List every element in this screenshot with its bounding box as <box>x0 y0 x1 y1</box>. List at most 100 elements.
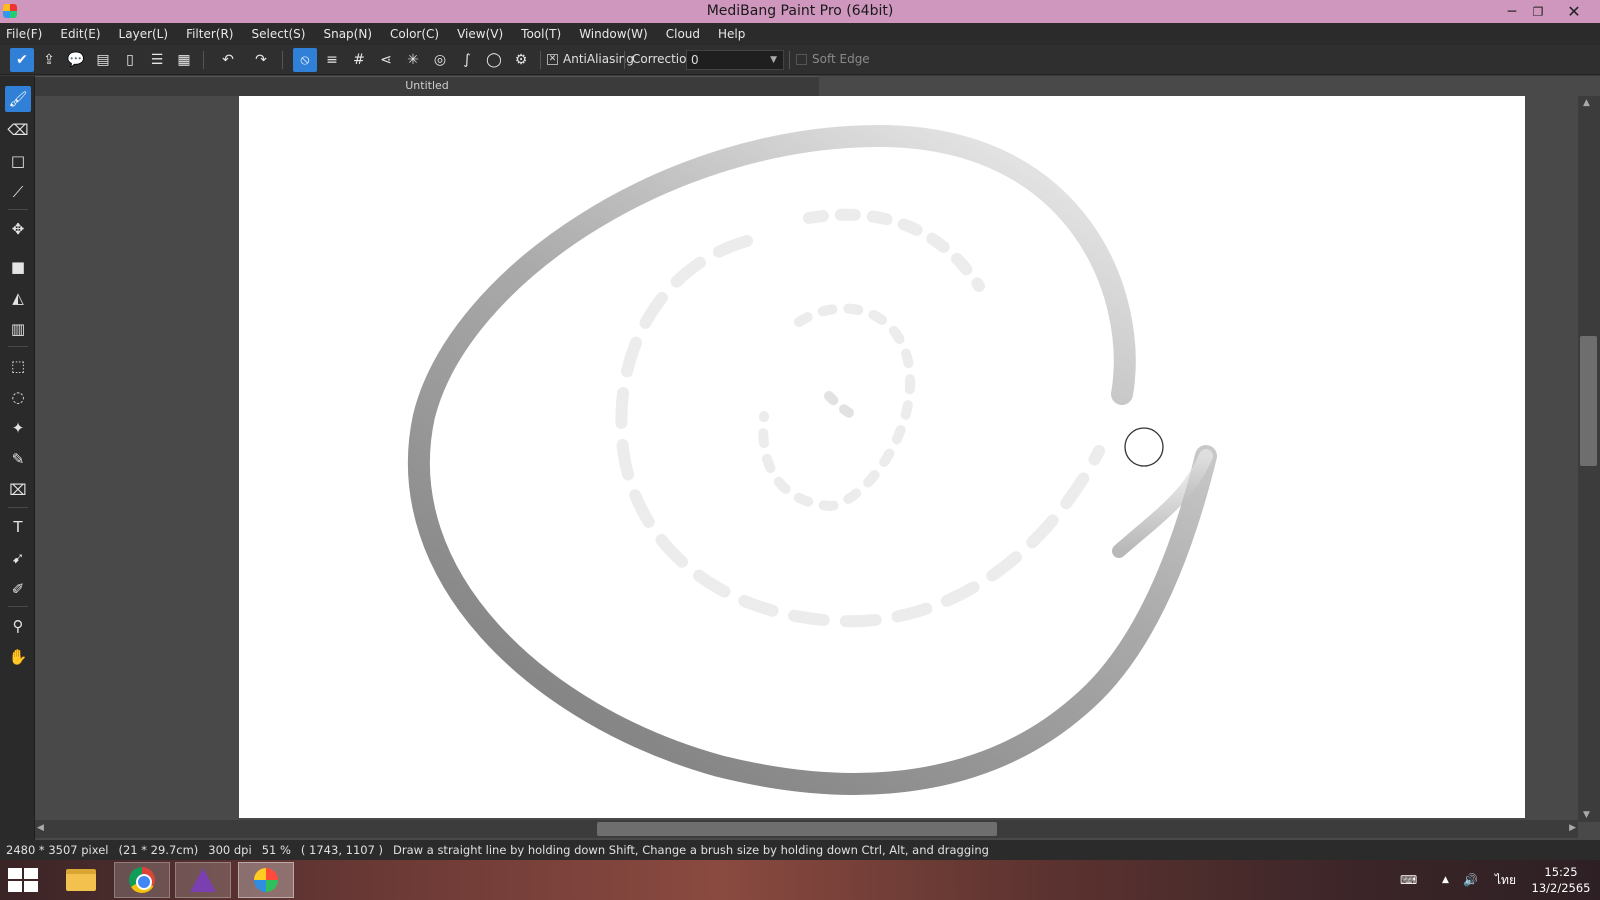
tool-divider <box>8 507 28 508</box>
bucket-tool-icon[interactable]: ◭ <box>5 285 31 311</box>
toolbar-divider <box>282 51 283 69</box>
file-explorer-button[interactable] <box>53 862 109 898</box>
eraser-tool-icon[interactable]: ⌫ <box>5 117 31 143</box>
document-tab[interactable]: Untitled <box>35 76 819 96</box>
gradient-tool-icon[interactable]: ▥ <box>5 316 31 342</box>
radial-snap-icon[interactable]: ✳ <box>401 48 425 72</box>
status-cursor-position: ( 1743, 1107 ) <box>300 843 384 857</box>
status-bar: 2480 * 3507 pixel (21 * 29.7cm) 300 dpi … <box>0 840 1600 860</box>
lasso-icon[interactable]: ◌ <box>5 384 31 410</box>
dashed-inner-stroke <box>758 303 916 512</box>
soft-edge-checkbox[interactable] <box>796 54 807 65</box>
menu-bar: File(F) Edit(E) Layer(L) Filter(R) Selec… <box>0 23 1600 45</box>
page-icon[interactable]: ▯ <box>118 48 142 72</box>
windows-taskbar: ⌨ ▲ 🔊 ไทย 15:25 13/2/2565 <box>0 860 1600 900</box>
menu-file[interactable]: File(F) <box>6 27 42 41</box>
select-eraser-icon[interactable]: ⌧ <box>5 477 31 503</box>
menu-tool[interactable]: Tool(T) <box>521 27 561 41</box>
maximize-button[interactable]: ❐ <box>1524 0 1552 23</box>
curve-snap-icon[interactable]: ∫ <box>455 48 479 72</box>
language-indicator[interactable]: ไทย <box>1495 860 1516 900</box>
snap-settings-icon[interactable]: ⚙ <box>509 48 533 72</box>
menu-cloud[interactable]: Cloud <box>666 27 700 41</box>
tray-expand-icon[interactable]: ▲ <box>1442 860 1449 900</box>
comment-icon[interactable]: ▤ <box>91 48 115 72</box>
status-zoom: 51 % <box>261 843 291 857</box>
blur-tool-icon[interactable]: ⟋ <box>5 179 31 205</box>
vertical-scroll-thumb[interactable] <box>1580 336 1597 466</box>
dot-tool-icon[interactable]: □ <box>5 148 31 174</box>
toolbar: ✔ ⇪ 💬 ▤ ▯ ☰ ▦ ↶ ↷ ⦸ ≡ # ⋖ ✳ ◎ ∫ ◯ ⚙ ✕ An… <box>0 45 1600 75</box>
menu-help[interactable]: Help <box>718 27 745 41</box>
correction-label: Correction <box>632 52 695 66</box>
status-dpi: 300 dpi <box>208 843 252 857</box>
center-dots <box>824 391 864 423</box>
medibang-taskbar-button[interactable] <box>238 862 294 898</box>
chrome-button[interactable] <box>114 862 170 898</box>
parallel-snap-icon[interactable]: ≡ <box>320 48 344 72</box>
correction-select[interactable]: 0 ▼ <box>686 50 784 70</box>
menu-layer[interactable]: Layer(L) <box>119 27 169 41</box>
toolbar-divider <box>540 51 541 69</box>
scroll-down-icon[interactable]: ▼ <box>1583 810 1590 820</box>
redo-icon[interactable]: ↷ <box>249 48 273 72</box>
status-image-size: 2480 * 3507 pixel <box>6 843 109 857</box>
operation-tool-icon[interactable]: ➹ <box>5 545 31 571</box>
concentric-snap-icon[interactable]: ◎ <box>428 48 452 72</box>
correction-value: 0 <box>691 53 699 67</box>
title-bar: MediBang Paint Pro (64bit) ─ ❐ ✕ <box>0 0 1600 23</box>
scroll-left-icon[interactable]: ◀ <box>37 823 44 833</box>
close-button[interactable]: ✕ <box>1552 0 1596 23</box>
text-tool-icon[interactable]: T <box>5 514 31 540</box>
cloud-save-icon[interactable]: ✔ <box>10 48 34 72</box>
move-tool-icon[interactable]: ✥ <box>5 216 31 242</box>
scroll-right-icon[interactable]: ▶ <box>1569 823 1576 833</box>
horizontal-scroll-thumb[interactable] <box>597 822 997 836</box>
tool-divider <box>8 606 28 607</box>
horizontal-scrollbar[interactable]: ◀ ▶ <box>35 820 1578 838</box>
undo-icon[interactable]: ↶ <box>216 48 240 72</box>
menu-view[interactable]: View(V) <box>457 27 503 41</box>
speech-bubble-icon[interactable]: 💬 <box>64 48 88 72</box>
grid-snap-icon[interactable]: # <box>347 48 371 72</box>
clock-date: 13/2/2565 <box>1531 881 1591 895</box>
toolbar-divider <box>789 51 790 69</box>
menu-window[interactable]: Window(W) <box>579 27 648 41</box>
windows-start-icon[interactable] <box>8 868 38 892</box>
perspective-snap-icon[interactable]: ⋖ <box>374 48 398 72</box>
taskbar-clock[interactable]: 15:25 13/2/2565 <box>1526 864 1596 896</box>
ellipse-snap-icon[interactable]: ◯ <box>482 48 506 72</box>
prism-app-icon <box>190 868 216 892</box>
page-list-icon[interactable]: ☰ <box>145 48 169 72</box>
medibang-icon <box>254 868 278 892</box>
menu-snap[interactable]: Snap(N) <box>323 27 372 41</box>
vertical-scrollbar[interactable]: ▲ ▼ <box>1578 96 1600 822</box>
divide-tool-icon[interactable]: ✐ <box>5 576 31 602</box>
menu-color[interactable]: Color(C) <box>390 27 439 41</box>
drawing-canvas[interactable] <box>239 96 1525 818</box>
folder-icon <box>66 869 96 891</box>
eyedropper-icon[interactable]: ⚲ <box>5 613 31 639</box>
volume-icon[interactable]: 🔊 <box>1463 860 1478 900</box>
menu-edit[interactable]: Edit(E) <box>60 27 100 41</box>
snap-off-icon[interactable]: ⦸ <box>293 48 317 72</box>
magic-wand-icon[interactable]: ✦ <box>5 415 31 441</box>
scroll-up-icon[interactable]: ▲ <box>1583 98 1590 108</box>
shape-fill-icon[interactable]: ■ <box>5 254 31 280</box>
menu-filter[interactable]: Filter(R) <box>186 27 233 41</box>
page-manage-icon[interactable]: ▦ <box>172 48 196 72</box>
outer-brush-stroke <box>408 124 1217 795</box>
select-pen-icon[interactable]: ✎ <box>5 446 31 472</box>
menu-select[interactable]: Select(S) <box>251 27 305 41</box>
select-rect-icon[interactable]: ⬚ <box>5 353 31 379</box>
keyboard-icon[interactable]: ⌨ <box>1400 860 1417 900</box>
antialiasing-checkbox[interactable]: ✕ <box>547 54 558 65</box>
window-title: MediBang Paint Pro (64bit) <box>706 3 894 19</box>
hand-tool-icon[interactable]: ✋ <box>5 644 31 670</box>
chrome-icon <box>129 867 155 893</box>
tool-divider <box>8 346 28 347</box>
minimize-button[interactable]: ─ <box>1498 0 1526 23</box>
export-icon[interactable]: ⇪ <box>37 48 61 72</box>
prism-app-button[interactable] <box>175 862 231 898</box>
brush-tool-icon[interactable]: 🖌 <box>5 86 31 112</box>
